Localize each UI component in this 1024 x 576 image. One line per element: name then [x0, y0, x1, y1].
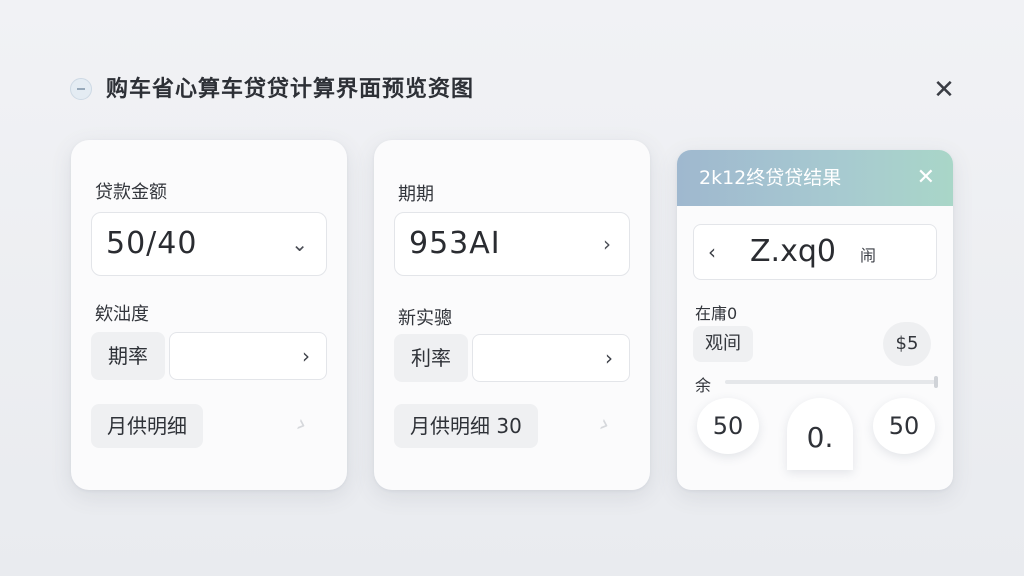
chevron-right-icon: ›: [605, 346, 613, 370]
monthly-detail-button[interactable]: 月供明细 30: [394, 404, 538, 448]
term-slider[interactable]: [725, 376, 938, 388]
result-label: 在庸0: [695, 304, 738, 323]
amount-badge: $5: [883, 322, 931, 366]
result-value: Z.xq0: [750, 234, 836, 269]
close-icon[interactable]: ✕: [917, 150, 935, 206]
result-unit: 闹: [860, 246, 877, 265]
rate-row: 期率 ›: [91, 332, 327, 382]
faint-chevron-icon: ›: [595, 409, 615, 439]
loan-result-panel: 2k12终贷贷结果 ✕ ‹ Z.xq0 闹 在庸0 观间 $5 余 50 0. …: [677, 150, 953, 490]
chevron-right-icon: ›: [302, 344, 310, 368]
loan-amount-card: 贷款金额 50/40 ⌄ 欸泏度 期率 › 月供明细 ›: [71, 140, 347, 490]
loan-amount-label: 贷款金额: [95, 182, 167, 203]
page-title: 购车省心算车贷贷计算界面预览资图: [106, 77, 475, 102]
slider-handle[interactable]: [934, 376, 938, 388]
loan-term-card: 期期 953AI › 新实骢 利率 › 月供明细 30 ›: [374, 140, 650, 490]
new-rate-label: 新实骢: [398, 308, 452, 329]
loan-term-select[interactable]: 953AI ›: [394, 212, 630, 276]
loan-term-value: 953AI: [409, 226, 501, 261]
faint-chevron-icon: ›: [292, 409, 312, 439]
option-circle-3[interactable]: 50: [873, 398, 935, 454]
loan-term-label: 期期: [398, 184, 434, 205]
monthly-detail-button[interactable]: 月供明细: [91, 404, 203, 448]
loan-amount-select[interactable]: 50/40 ⌄: [91, 212, 327, 276]
result-value-field[interactable]: ‹ Z.xq0 闹: [693, 224, 937, 280]
loan-amount-value: 50/40: [106, 226, 198, 261]
option-circle-2[interactable]: 0.: [787, 398, 853, 470]
result-tag[interactable]: 观间: [693, 326, 753, 362]
result-header: 2k12终贷贷结果 ✕: [677, 150, 953, 206]
close-icon[interactable]: ✕: [928, 74, 960, 106]
chevron-right-icon: ›: [603, 232, 611, 256]
interest-row: 利率 ›: [394, 334, 630, 384]
remaining-label: 余: [695, 376, 712, 395]
rate-pill[interactable]: 期率: [91, 332, 165, 380]
result-title: 2k12终贷贷结果: [699, 167, 842, 189]
option-circle-1[interactable]: 50: [697, 398, 759, 454]
minus-circle-icon: [70, 78, 92, 100]
interest-rate-input[interactable]: ›: [472, 334, 630, 382]
rate-degree-label: 欸泏度: [95, 304, 149, 325]
chevron-left-icon[interactable]: ‹: [708, 225, 716, 279]
header: 购车省心算车贷贷计算界面预览资图 ✕: [70, 74, 960, 106]
chevron-down-icon: ⌄: [291, 232, 308, 256]
interest-rate-pill[interactable]: 利率: [394, 334, 468, 382]
rate-input[interactable]: ›: [169, 332, 327, 380]
